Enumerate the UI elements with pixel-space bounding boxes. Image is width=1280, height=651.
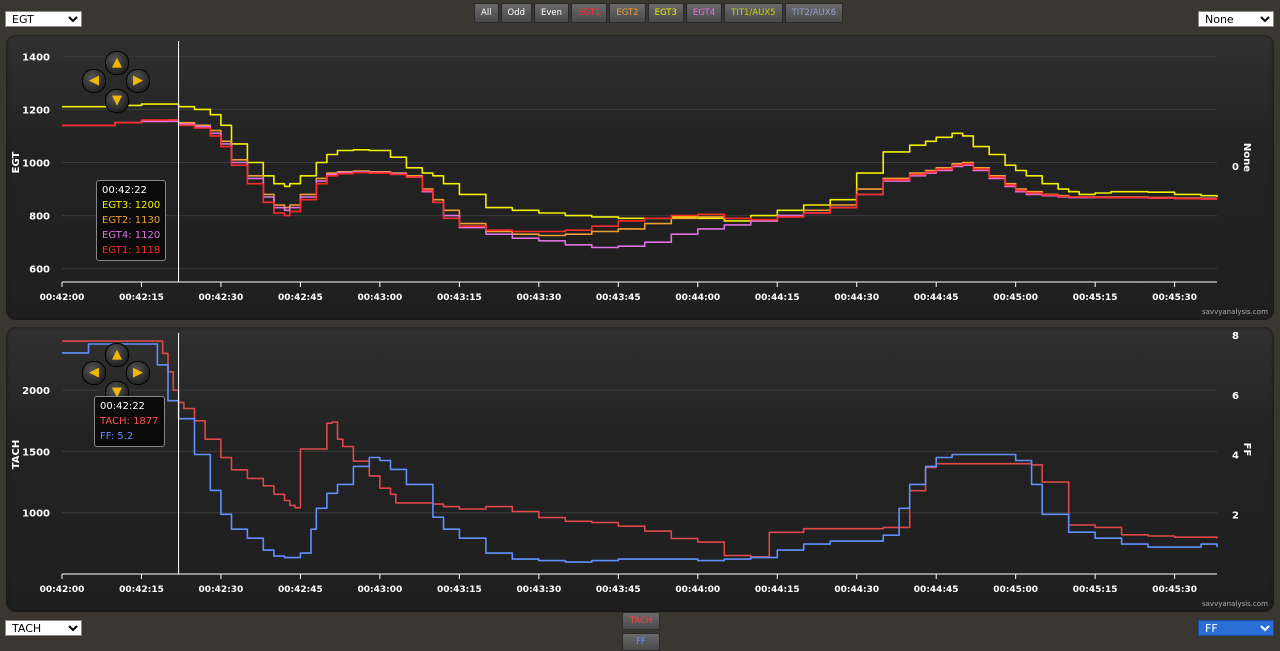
x-tick-label: 00:45:30	[1152, 585, 1197, 595]
tooltip-entry-egt3: EGT3: 1200	[102, 200, 161, 211]
y-tick-label: 600	[29, 265, 50, 276]
bottom-primary-select[interactable]: TACH	[5, 620, 82, 636]
series-button-odd[interactable]: Odd	[500, 3, 533, 23]
x-tick-label: 00:44:00	[675, 585, 720, 595]
y2-tick-label: 6	[1232, 391, 1239, 402]
series-button-egt1[interactable]: EGT1	[571, 3, 608, 23]
watermark: savvyanalysis.com	[1202, 600, 1268, 608]
x-tick-label: 00:43:15	[437, 585, 482, 595]
y2-tick-label: 4	[1232, 451, 1239, 462]
pan-left-icon[interactable]: ◀	[82, 361, 106, 385]
pan-controls: ▲ ◀ ▶ ▼	[80, 49, 152, 113]
x-tick-label: 00:43:30	[516, 585, 561, 595]
x-tick-label: 00:44:00	[675, 293, 720, 303]
pan-down-icon[interactable]: ▼	[105, 89, 129, 113]
egt-chart-panel: 600 800 1000 1200 1400 0 EGT None 00:42:00 00:42:…	[6, 35, 1274, 320]
pan-right-icon[interactable]: ▶	[126, 69, 150, 93]
y-tick-label: 1000	[22, 159, 50, 170]
tooltip-entry-egt1: EGT1: 1118	[102, 245, 161, 256]
x-tick-label: 00:45:30	[1152, 293, 1197, 303]
x-tick-label: 00:43:00	[357, 585, 402, 595]
y-tick-label: 1500	[22, 447, 50, 458]
x-tick-label: 00:43:00	[357, 293, 402, 303]
x-tick-label: 00:45:15	[1073, 293, 1118, 303]
x-tick-label: 00:42:00	[40, 585, 85, 595]
tach-ff-chart[interactable]: 1000 1500 2000 2 4 6 8 TACH FF 00:42:00 00:42:15 00…	[6, 327, 1274, 612]
x-tick-label: 00:44:15	[755, 293, 800, 303]
x-tick-label: 00:44:30	[834, 585, 879, 595]
x-tick-label: 00:42:45	[278, 585, 323, 595]
x-tick-label: 00:42:15	[119, 293, 164, 303]
tooltip-time: 00:42:22	[102, 185, 147, 196]
egt-tooltip: 00:42:22 EGT3: 1200 EGT2: 1130 EGT4: 112…	[96, 180, 167, 261]
legend-buttons: TACH FF	[622, 612, 660, 651]
series-line-egt1	[62, 119, 1217, 233]
x-tick-label: 00:43:30	[516, 293, 561, 303]
tooltip-entry-egt2: EGT2: 1130	[102, 215, 161, 226]
tooltip-time: 00:42:22	[100, 401, 145, 412]
tooltip-entry-egt4: EGT4: 1120	[102, 230, 161, 241]
tach-ff-chart-panel: 1000 1500 2000 2 4 6 8 TACH FF 00:42:00 00:42:15 00…	[6, 327, 1274, 612]
x-tick-label: 00:45:15	[1073, 585, 1118, 595]
series-button-all[interactable]: All	[474, 3, 499, 23]
pan-left-icon[interactable]: ◀	[82, 69, 106, 93]
y2-axis-title: None	[1241, 143, 1252, 172]
y-tick-label: 1200	[22, 105, 50, 116]
series-button-tit1-aux5[interactable]: TIT1/AUX5	[724, 3, 783, 23]
pan-up-icon[interactable]: ▲	[105, 343, 129, 367]
y-tick-label: 800	[29, 212, 50, 223]
tach-tooltip: 00:42:22 TACH: 1877 FF: 5.2	[94, 396, 165, 447]
x-tick-label: 00:42:45	[278, 293, 323, 303]
pan-right-icon[interactable]: ▶	[126, 361, 150, 385]
x-tick-label: 00:43:45	[596, 293, 641, 303]
y-tick-label: 2000	[22, 386, 50, 397]
series-button-even[interactable]: Even	[534, 3, 570, 23]
tooltip-entry-tach: TACH: 1877	[100, 416, 159, 427]
egt-chart[interactable]: 600 800 1000 1200 1400 0 EGT None 00:42:00 00:42:…	[6, 35, 1274, 320]
x-tick-label: 00:45:00	[993, 585, 1038, 595]
x-tick-label: 00:42:00	[40, 293, 85, 303]
pan-up-icon[interactable]: ▲	[105, 51, 129, 75]
secondary-parameter-select[interactable]: None	[1198, 11, 1274, 27]
bottom-secondary-select[interactable]: FF	[1198, 620, 1274, 636]
x-tick-label: 00:43:15	[437, 293, 482, 303]
x-tick-label: 00:42:30	[199, 293, 244, 303]
tooltip-entry-ff: FF: 5.2	[100, 431, 134, 442]
watermark: savvyanalysis.com	[1202, 308, 1268, 316]
series-button-egt3[interactable]: EGT3	[647, 3, 684, 23]
x-tick-label: 00:43:45	[596, 585, 641, 595]
y-axis-title: EGT	[11, 151, 22, 173]
y-axis-title: TACH	[11, 440, 22, 470]
series-button-egt4[interactable]: EGT4	[685, 3, 723, 23]
series-button-tit2-aux6[interactable]: TIT2/AUX6	[784, 3, 843, 23]
series-button-egt2[interactable]: EGT2	[609, 3, 646, 23]
legend-button-ff[interactable]: FF	[622, 633, 660, 651]
x-tick-label: 00:42:15	[119, 585, 164, 595]
series-toggle-bar: All Odd Even EGT1 EGT2 EGT3 EGT4 TIT1/AU…	[474, 3, 843, 23]
x-tick-label: 00:44:45	[914, 585, 959, 595]
series-line-ff	[62, 343, 1218, 563]
legend-button-tach[interactable]: TACH	[622, 612, 660, 630]
y2-tick-label: 2	[1232, 510, 1239, 521]
x-tick-label: 00:42:30	[199, 585, 244, 595]
y2-tick-label: 0	[1232, 162, 1239, 173]
x-tick-label: 00:44:45	[914, 293, 959, 303]
x-tick-label: 00:44:30	[834, 293, 879, 303]
y-tick-label: 1000	[22, 509, 50, 520]
x-tick-label: 00:44:15	[755, 585, 800, 595]
y-tick-label: 1400	[22, 52, 50, 63]
y2-axis-title: FF	[1241, 443, 1252, 457]
y2-tick-label: 8	[1232, 331, 1239, 342]
x-tick-label: 00:45:00	[993, 293, 1038, 303]
pan-controls: ▲ ◀ ▶ ▼	[80, 341, 152, 405]
series-line-tach	[62, 340, 1218, 558]
primary-parameter-select[interactable]: EGT	[5, 11, 82, 27]
